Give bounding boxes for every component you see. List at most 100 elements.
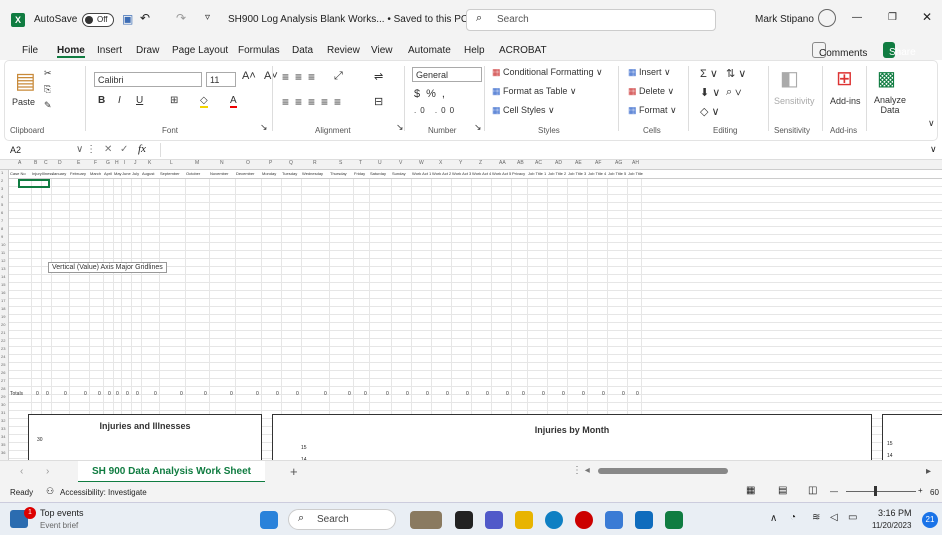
insert-function-icon[interactable]: fx	[138, 143, 146, 155]
wifi-icon[interactable]: ≋	[812, 512, 820, 523]
delete-cells-button[interactable]: ▦ Delete ∨	[628, 86, 674, 97]
conditional-formatting-button[interactable]: ▦ Conditional Formatting ∨	[492, 67, 603, 78]
column-header-d[interactable]: D	[58, 160, 62, 166]
chart-injuries-by-month[interactable]: Injuries by Month 15 14	[272, 414, 872, 460]
row-header[interactable]: 33	[1, 426, 5, 431]
zoom-slider-thumb[interactable]	[874, 486, 877, 496]
row-header[interactable]: 24	[1, 354, 5, 359]
restore-icon[interactable]: ❐	[888, 12, 897, 23]
total-cell[interactable]: 0	[486, 391, 489, 397]
currency-percent-comma-icon[interactable]: $%,	[414, 88, 451, 100]
column-header-p[interactable]: P	[269, 160, 272, 166]
autosum-icon[interactable]: Σ ∨	[700, 67, 718, 80]
header-cell[interactable]: Friday	[354, 171, 365, 176]
row-header[interactable]: 30	[1, 402, 5, 407]
row-header[interactable]: 26	[1, 370, 5, 375]
horizontal-align-icon[interactable]: ≡≡≡≡≡	[282, 95, 347, 109]
column-header-e[interactable]: E	[77, 160, 80, 166]
copilot-icon[interactable]	[410, 511, 442, 529]
tab-draw[interactable]: Draw	[136, 45, 159, 56]
header-cell[interactable]: July	[132, 171, 139, 176]
column-header-s[interactable]: S	[339, 160, 342, 166]
header-cell[interactable]: June	[122, 171, 131, 176]
row-header[interactable]: 19	[1, 314, 5, 319]
total-cell[interactable]: 0	[116, 391, 119, 397]
total-cell[interactable]: 0	[622, 391, 625, 397]
tab-help[interactable]: Help	[464, 45, 485, 56]
column-header-l[interactable]: L	[170, 160, 173, 166]
format-cells-button[interactable]: ▦ Format ∨	[628, 105, 677, 116]
row-header[interactable]: 14	[1, 274, 5, 279]
total-cell[interactable]: 0	[364, 391, 367, 397]
total-cell[interactable]: 0	[636, 391, 639, 397]
shrink-font-icon[interactable]: A˅	[264, 70, 278, 82]
row-header[interactable]: 3	[1, 186, 3, 191]
row-header[interactable]: 21	[1, 330, 5, 335]
underline-icon[interactable]: U	[136, 95, 143, 106]
chart-partial[interactable]: 15 14	[882, 414, 942, 460]
column-header-ac[interactable]: AC	[535, 160, 542, 166]
total-cell[interactable]: 0	[230, 391, 233, 397]
header-cell[interactable]: January	[52, 171, 66, 176]
total-cell[interactable]: 0	[542, 391, 545, 397]
tab-data[interactable]: Data	[292, 45, 313, 56]
customize-quick-access-icon[interactable]: ▿	[205, 12, 210, 23]
total-cell[interactable]: 0	[386, 391, 389, 397]
network-icon[interactable]: ◔	[790, 512, 796, 523]
orientation-icon[interactable]: ⤢	[334, 70, 343, 83]
row-header[interactable]: 4	[1, 194, 3, 199]
column-header-af[interactable]: AF	[595, 160, 601, 166]
header-cell[interactable]: March	[90, 171, 101, 176]
row-header[interactable]: 9	[1, 234, 3, 239]
format-as-table-button[interactable]: ▦ Format as Table ∨	[492, 86, 576, 97]
excel-taskbar-icon[interactable]	[665, 511, 683, 529]
insert-cells-button[interactable]: ▦ Insert ∨	[628, 67, 671, 78]
scroll-right-icon[interactable]: ▸	[926, 466, 931, 477]
column-header-q[interactable]: Q	[289, 160, 293, 166]
column-header-f[interactable]: F	[94, 160, 97, 166]
tab-insert[interactable]: Insert	[97, 45, 122, 56]
font-color-icon[interactable]: A	[230, 95, 237, 108]
font-name-select[interactable]: Calibri	[94, 72, 202, 87]
header-cell[interactable]: Job Title 1	[528, 171, 546, 176]
header-cell[interactable]: Job Title 5	[608, 171, 626, 176]
decimal-places-icon[interactable]: .0 .00	[414, 106, 458, 115]
total-cell[interactable]: 0	[98, 391, 101, 397]
column-header-a[interactable]: A	[18, 160, 21, 166]
comments-button[interactable]: Comments	[812, 42, 867, 59]
sensitivity-button[interactable]: Sensitivity	[774, 96, 815, 106]
task-view-icon[interactable]	[455, 511, 473, 529]
header-cell[interactable]: Monday	[262, 171, 276, 176]
header-cell[interactable]: Job Title 2	[548, 171, 566, 176]
column-header-g[interactable]: G	[106, 160, 110, 166]
italic-icon[interactable]: I	[118, 95, 121, 106]
notification-count[interactable]: 21	[922, 512, 938, 528]
column-header-ag[interactable]: AG	[615, 160, 622, 166]
clear-icon[interactable]: ◇ ∨	[700, 105, 720, 118]
total-cell[interactable]: 0	[276, 391, 279, 397]
cell-styles-button[interactable]: ▦ Cell Styles ∨	[492, 105, 555, 116]
name-box[interactable]: A2	[10, 145, 21, 155]
row-header[interactable]: 11	[1, 250, 5, 255]
volume-icon[interactable]: ◁	[830, 512, 838, 523]
total-cell[interactable]: 0	[36, 391, 39, 397]
tab-automate[interactable]: Automate	[408, 45, 451, 56]
bold-icon[interactable]: B	[98, 95, 105, 106]
header-cell[interactable]: December	[236, 171, 254, 176]
total-cell[interactable]: 0	[296, 391, 299, 397]
accessibility-icon[interactable]: ⚇	[46, 486, 54, 497]
page-layout-view-icon[interactable]: ▤	[778, 485, 787, 496]
header-cell[interactable]: Privacy	[512, 171, 525, 176]
column-header-r[interactable]: R	[313, 160, 317, 166]
tab-view[interactable]: View	[371, 45, 393, 56]
tab-review[interactable]: Review	[327, 45, 360, 56]
battery-icon[interactable]: ▭	[848, 512, 857, 523]
zoom-out-icon[interactable]: —	[830, 487, 838, 496]
column-header-j[interactable]: J	[134, 160, 137, 166]
column-header-ah[interactable]: AH	[632, 160, 639, 166]
total-cell[interactable]: 0	[506, 391, 509, 397]
column-header-k[interactable]: K	[148, 160, 151, 166]
row-header[interactable]: 27	[1, 378, 5, 383]
header-cell[interactable]: April	[104, 171, 112, 176]
add-ins-button[interactable]: Add-ins	[830, 96, 861, 106]
